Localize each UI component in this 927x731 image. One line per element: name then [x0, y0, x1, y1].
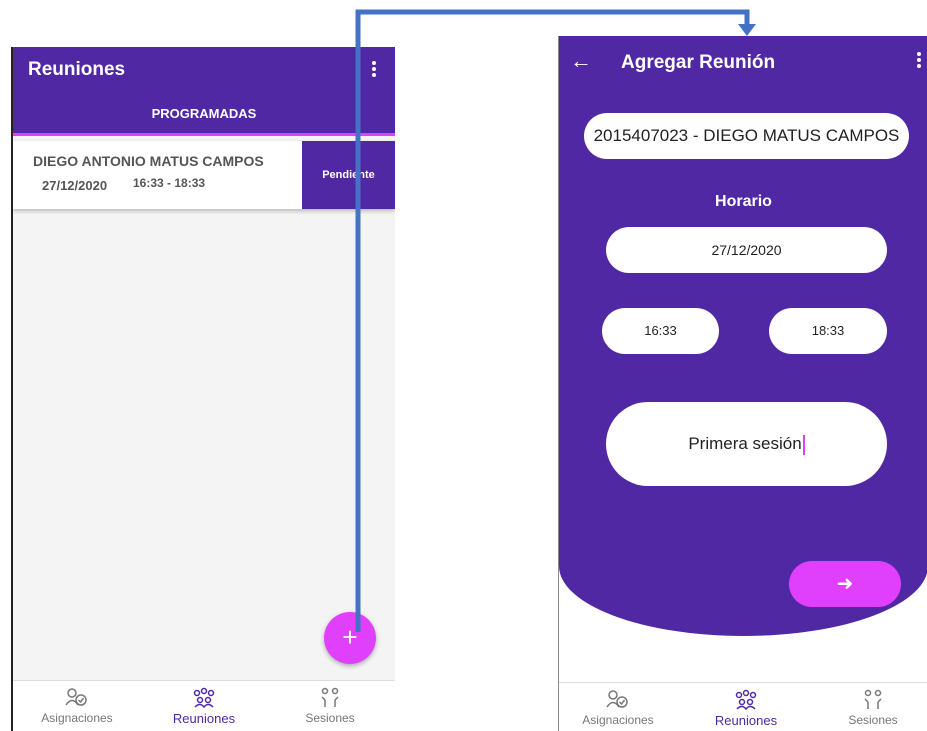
- arrow-head-icon: [738, 24, 756, 36]
- flow-arrow-connector: [355, 9, 756, 632]
